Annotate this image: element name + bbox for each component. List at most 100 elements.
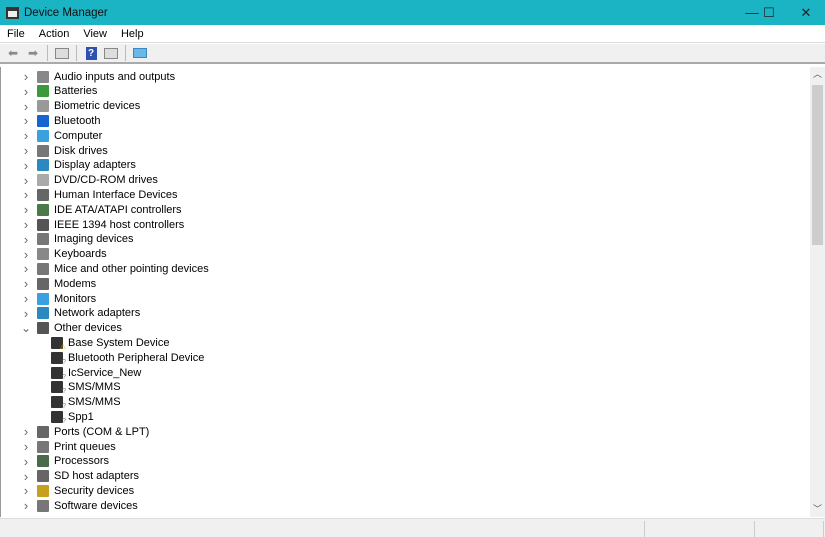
status-divider [823,521,824,537]
close-button[interactable]: ✕ [789,0,823,25]
tree-category-item[interactable]: › Processors [21,454,109,469]
menu-view[interactable]: View [76,28,114,40]
tree-category-item[interactable]: › Computer [21,128,102,143]
tree-category-item[interactable]: › IDE ATA/ATAPI controllers [21,202,182,217]
tree-category-item[interactable]: › Security devices [21,483,134,498]
tree-item-label: Mice and other pointing devices [54,262,209,275]
toolbar-divider [125,45,126,61]
menu-file[interactable]: File [0,28,32,40]
tree-item-label: Security devices [54,484,135,497]
device-category-icon [37,499,49,512]
tree-category-item[interactable]: › Software devices [21,498,138,513]
expand-chevron-icon[interactable]: › [21,128,31,143]
expand-chevron-icon[interactable]: › [21,439,31,454]
tree-child-item[interactable]: ⚠ Base System Device [51,335,170,351]
tree-item-label: Disk drives [54,144,108,157]
tree-child-item[interactable]: ? IcService_New [51,365,142,381]
expand-chevron-icon[interactable]: › [21,158,31,173]
tree-category-item[interactable]: › Monitors [21,291,96,306]
vertical-scrollbar[interactable]: ︿ ﹀ [810,67,825,517]
tree-item-label: Human Interface Devices [54,188,178,201]
expand-chevron-icon[interactable]: › [21,202,31,217]
maximize-button[interactable]: ☐ [752,0,786,25]
expand-chevron-icon[interactable]: › [21,113,31,128]
expand-chevron-icon[interactable]: › [21,454,31,469]
expand-chevron-icon[interactable]: › [21,276,31,291]
scroll-down-icon[interactable]: ﹀ [810,502,825,517]
expand-chevron-icon[interactable]: › [21,261,31,276]
properties-pane-icon[interactable] [103,46,119,60]
device-tree: › Audio inputs and outputs › Batteries › Biom… [0,67,810,517]
tree-category-item[interactable]: › Disk drives [21,143,108,158]
expand-chevron-icon[interactable]: › [21,483,31,498]
expand-chevron-icon[interactable]: › [21,84,31,99]
scrollbar-thumb[interactable] [812,85,823,245]
tree-item-label: Network adapters [54,307,141,320]
device-category-icon [37,455,49,468]
tree-category-item[interactable]: › Print queues [21,439,116,454]
expand-chevron-icon[interactable]: › [21,187,31,202]
device-category-icon [37,218,49,231]
tree-item-label: IcService_New [68,366,142,379]
expand-chevron-icon[interactable]: › [21,69,31,84]
window-title: Device Manager [24,6,108,19]
tree-child-item[interactable]: ? Spp1 [51,409,94,425]
expand-chevron-icon[interactable]: › [21,173,31,188]
help-icon[interactable]: ? [83,46,99,60]
expand-chevron-icon[interactable]: › [21,99,31,114]
tree-item-label: Base System Device [68,336,170,349]
tree-category-item[interactable]: › IEEE 1394 host controllers [21,217,184,232]
device-category-icon [37,144,49,157]
expand-chevron-icon[interactable]: › [21,143,31,158]
tree-category-item[interactable]: › Keyboards [21,247,107,262]
tree-category-item[interactable]: › Bluetooth [21,113,101,128]
expand-chevron-icon[interactable]: › [21,469,31,484]
tree-child-item[interactable]: ? Bluetooth Peripheral Device [51,350,204,366]
device-category-icon [37,277,49,290]
unknown-device-icon: ⚠ [51,336,66,351]
tree-category-item[interactable]: › DVD/CD-ROM drives [21,173,158,188]
tree-category-item[interactable]: › Ports (COM & LPT) [21,424,150,439]
expand-chevron-icon[interactable]: › [21,291,31,306]
device-category-icon [37,262,49,275]
expand-chevron-icon[interactable]: › [21,217,31,232]
tree-category-item[interactable]: › Audio inputs and outputs [21,69,175,84]
collapse-chevron-icon[interactable]: ⌄ [21,321,31,335]
expand-chevron-icon[interactable]: › [21,498,31,513]
tree-item-label: Imaging devices [54,233,134,246]
expand-chevron-icon[interactable]: › [21,232,31,247]
tree-item-label: IDE ATA/ATAPI controllers [54,203,182,216]
tree-category-item[interactable]: › Mice and other pointing devices [21,261,209,276]
tree-category-item[interactable]: › Biometric devices [21,99,140,114]
forward-arrow-icon[interactable]: ➡ [25,46,41,60]
tree-category-item[interactable]: › Human Interface Devices [21,187,178,202]
menu-action[interactable]: Action [32,28,77,40]
scroll-up-icon[interactable]: ︿ [810,67,825,82]
tree-category-item[interactable]: › Display adapters [21,158,136,173]
menu-help[interactable]: Help [114,28,151,40]
expand-chevron-icon[interactable]: › [21,306,31,321]
tree-item-label: Audio inputs and outputs [54,70,176,83]
tree-child-item[interactable]: ? SMS/MMS [51,380,121,395]
device-category-icon [37,233,49,246]
tree-category-item[interactable]: ⌄ Other devices [21,321,122,336]
scan-hardware-monitor-icon[interactable] [132,46,148,60]
tree-category-item[interactable]: › Modems [21,276,96,291]
show-hide-console-tree-icon[interactable] [54,46,70,60]
tree-child-item[interactable]: ? SMS/MMS [51,395,121,410]
tree-item-label: Print queues [54,440,116,453]
tree-item-label: Computer [54,129,103,142]
device-category-icon [37,322,49,335]
tree-category-item[interactable]: › Batteries [21,84,98,99]
expand-chevron-icon[interactable]: › [21,247,31,262]
tree-item-label: Bluetooth [54,114,101,127]
tree-item-label: Keyboards [54,248,107,261]
tree-item-label: Modems [54,277,97,290]
expand-chevron-icon[interactable]: › [21,424,31,439]
unknown-device-icon: ? [51,381,66,395]
device-category-icon [37,70,49,83]
tree-category-item[interactable]: › Network adapters [21,306,140,321]
back-arrow-icon[interactable]: ⬅ [5,46,21,60]
tree-category-item[interactable]: › Imaging devices [21,232,134,247]
tree-category-item[interactable]: › SD host adapters [21,469,139,484]
